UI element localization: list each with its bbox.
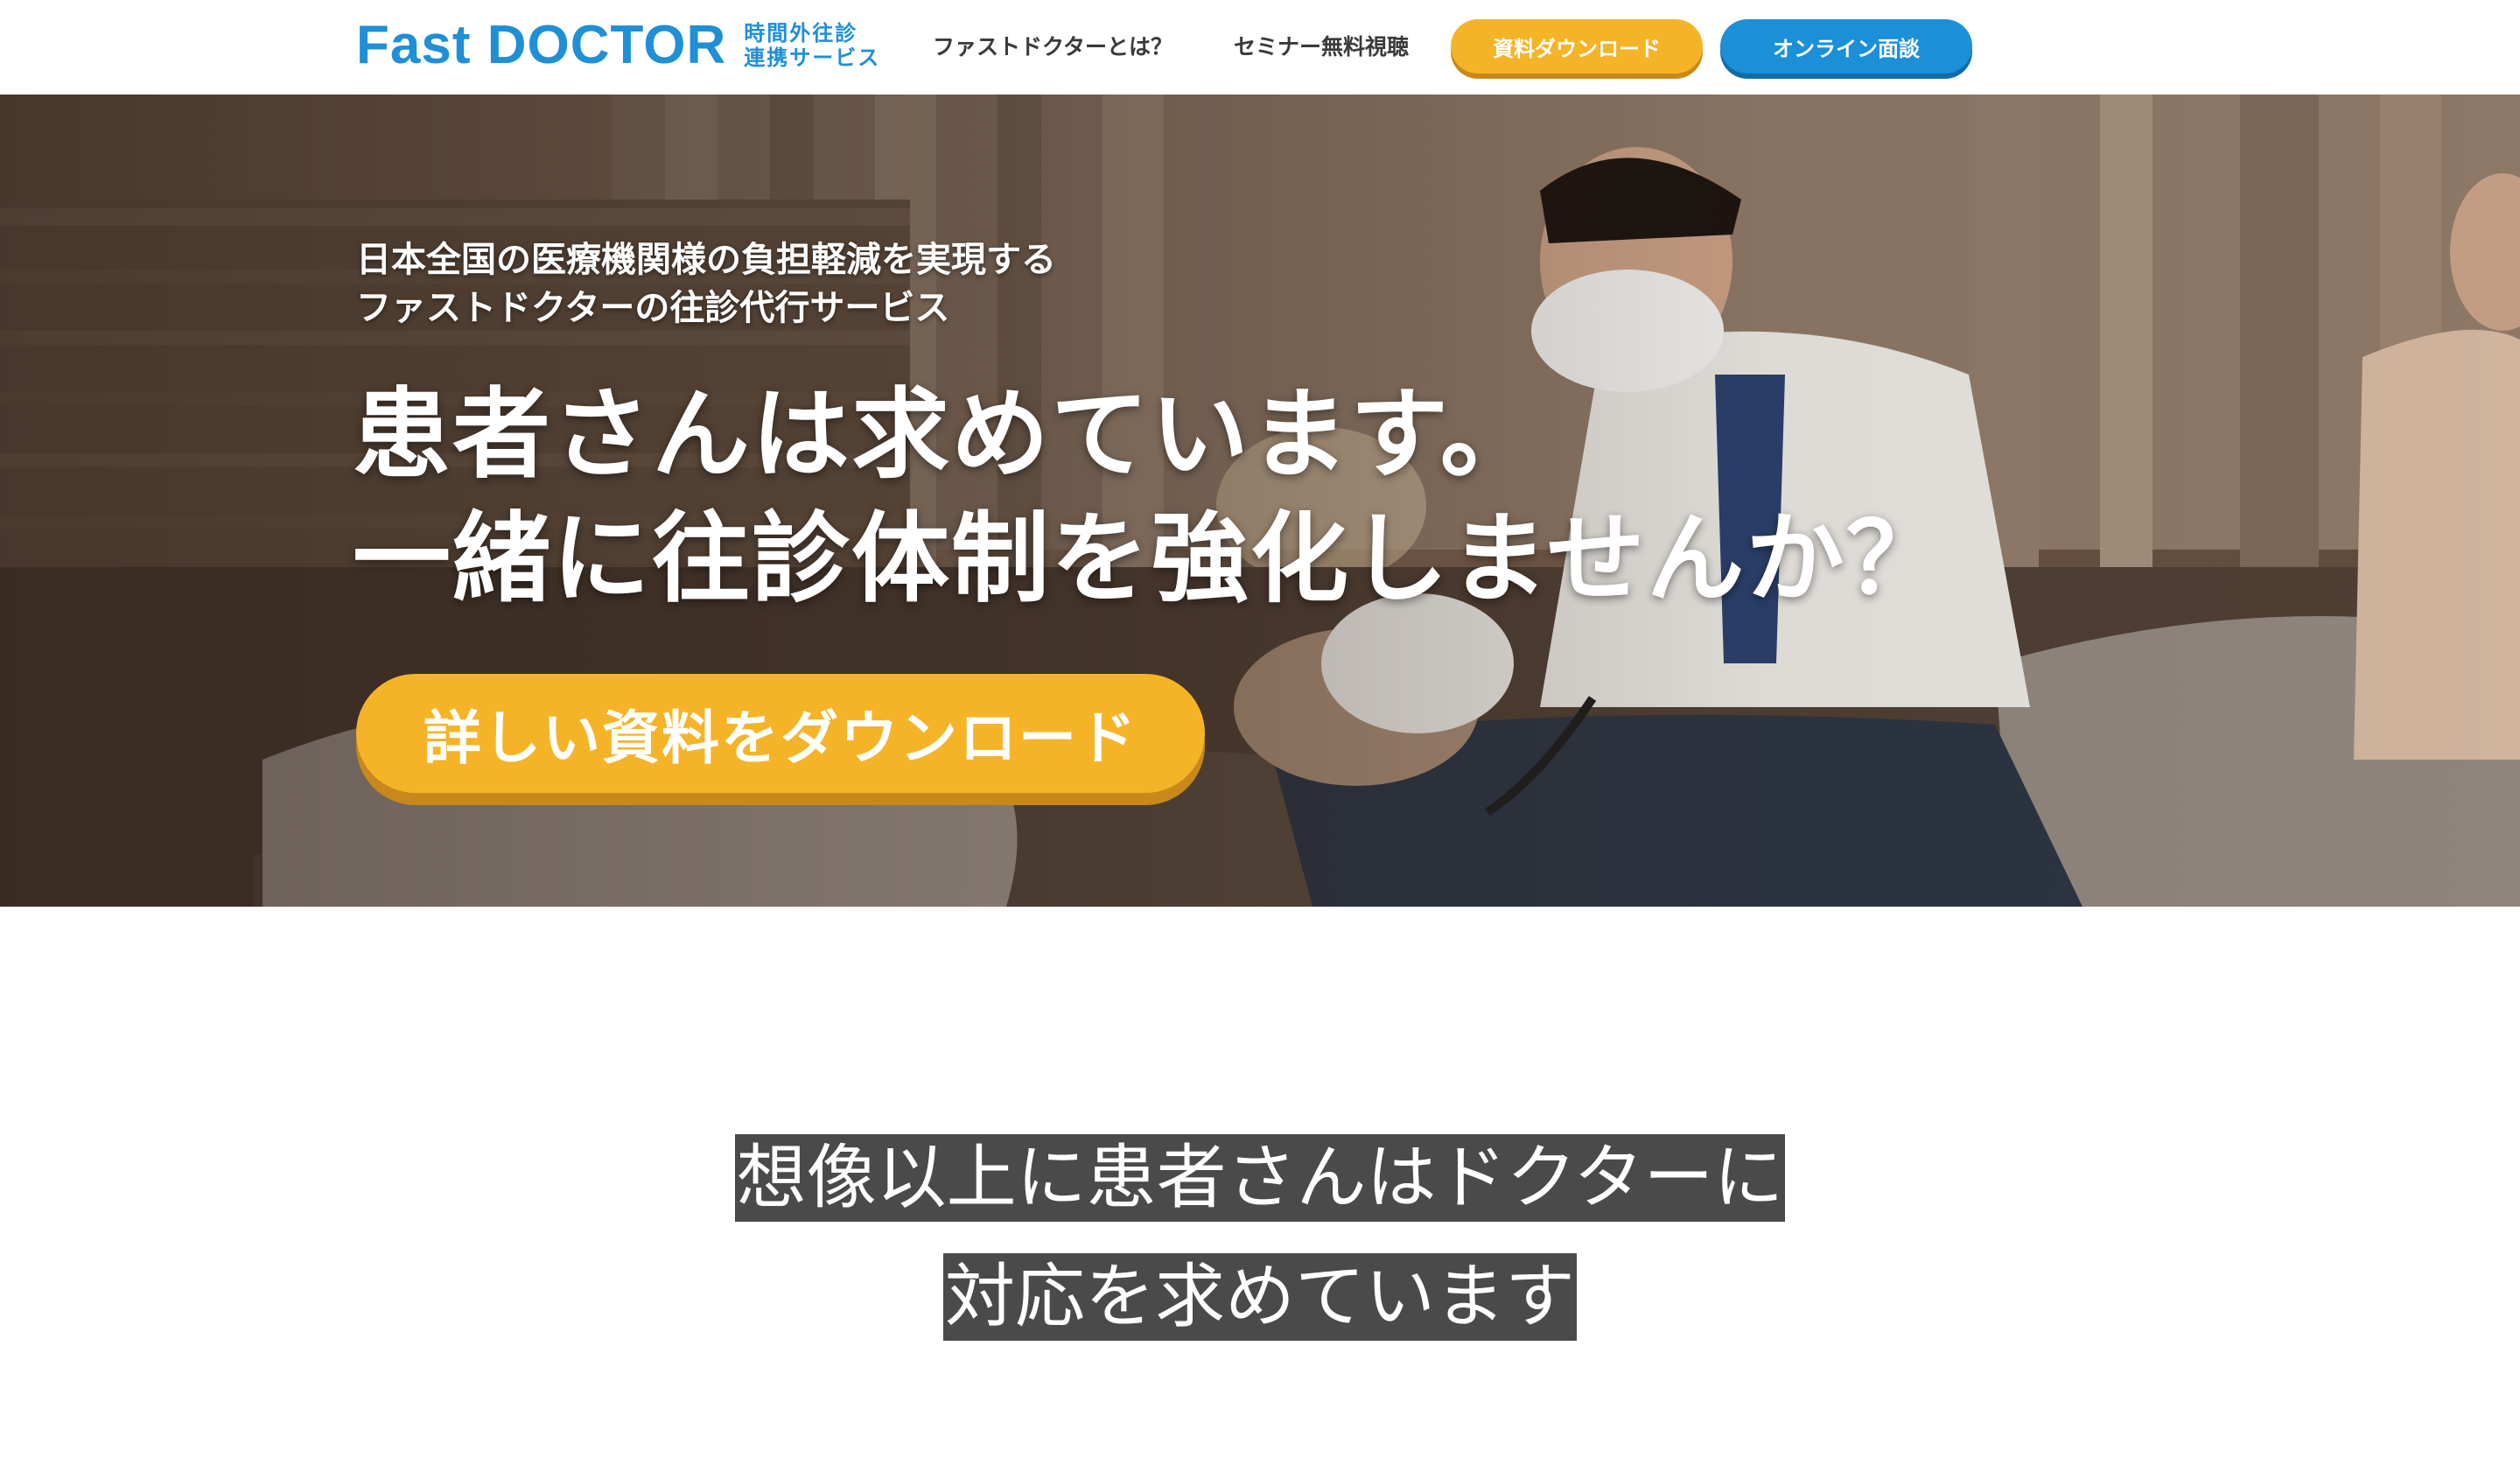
header-online-meeting-button[interactable]: オンライン面談 bbox=[1720, 19, 1972, 74]
header-download-button[interactable]: 資料ダウンロード bbox=[1451, 19, 1703, 74]
hero-lead-line1: 日本全国の医療機関様の負担軽減を実現する bbox=[356, 240, 1056, 280]
statement-line2-wrap: 対応を求めています bbox=[0, 1253, 2520, 1341]
nav-link-seminar[interactable]: セミナー無料視聴 bbox=[1234, 30, 1409, 65]
hero-download-cta-button[interactable]: 詳しい資料をダウンロード bbox=[356, 674, 1205, 793]
hero-headline: 患者さんは求めています。 一緒に往診体制を強化しませんか？ bbox=[353, 373, 2103, 621]
logo-wordmark: Fast DOCTOR bbox=[356, 15, 727, 75]
logo-subtitle-line2: 連携サービス bbox=[744, 46, 881, 70]
hero-headline-line2: 一緒に往診体制を強化しませんか？ bbox=[353, 502, 1946, 616]
hero-lead-text: 日本全国の医療機関様の負担軽減を実現する ファストドクターの往診代行サービス bbox=[356, 236, 1494, 333]
logo-subtitle: 時間外往診 連携サービス bbox=[744, 21, 880, 70]
statement-line1: 想像以上に患者さんはドクターに bbox=[734, 1134, 1786, 1222]
site-header: Fast DOCTOR 時間外往診 連携サービス ファストドクターとは？ セミナ… bbox=[0, 0, 2520, 95]
hero-section: 日本全国の医療機関様の負担軽減を実現する ファストドクターの往診代行サービス 患… bbox=[0, 95, 2520, 907]
fast-doctor-logo[interactable]: Fast DOCTOR 時間外往診 連携サービス bbox=[356, 14, 880, 77]
nav-link-about[interactable]: ファストドクターとは？ bbox=[933, 30, 1172, 65]
hero-headline-line1: 患者さんは求めています。 bbox=[353, 378, 1540, 492]
statement-line1-wrap: 想像以上に患者さんはドクターに bbox=[0, 1134, 2520, 1222]
logo-subtitle-line1: 時間外往診 bbox=[744, 21, 858, 46]
statement-line2: 対応を求めています bbox=[943, 1253, 1577, 1341]
needs-statement-section: 想像以上に患者さんはドクターに 対応を求めています bbox=[0, 907, 2520, 1458]
hero-lead-line2: ファストドクターの往診代行サービス bbox=[356, 288, 950, 328]
